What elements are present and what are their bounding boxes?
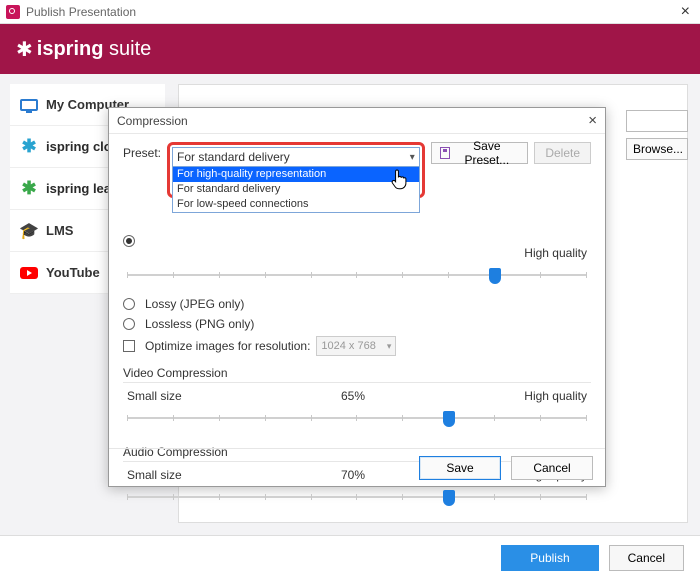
radio-lossy[interactable] bbox=[123, 298, 135, 310]
youtube-icon bbox=[20, 264, 38, 282]
image-slider-block: Small size 70% High quality bbox=[123, 246, 591, 294]
close-icon[interactable]: × bbox=[677, 4, 694, 20]
video-compression-heading: Video Compression bbox=[123, 366, 591, 383]
chevron-down-icon: ▾ bbox=[410, 152, 415, 163]
window-title: Publish Presentation bbox=[26, 5, 136, 19]
ispring-cloud-icon: ✱ bbox=[20, 138, 38, 156]
dialog-title: Compression bbox=[117, 114, 188, 128]
optimize-resolution-checkbox[interactable] bbox=[123, 340, 135, 352]
compression-dialog: Compression × Preset: For standard deliv… bbox=[108, 107, 606, 487]
preset-dropdown-list: For high-quality representation For stan… bbox=[172, 167, 420, 213]
resolution-value: 1024 x 768 bbox=[321, 340, 375, 352]
delete-preset-button[interactable]: Delete bbox=[534, 142, 591, 164]
brand-text: ispring suite bbox=[37, 38, 151, 61]
publish-button[interactable]: Publish bbox=[501, 545, 598, 571]
graduation-cap-icon: 🎓 bbox=[20, 222, 38, 240]
dialog-save-button[interactable]: Save bbox=[419, 456, 501, 480]
floppy-disk-icon bbox=[440, 147, 451, 159]
dialog-close-icon[interactable]: × bbox=[588, 113, 597, 128]
preset-label: Preset: bbox=[123, 142, 161, 160]
preset-selected-text: For standard delivery bbox=[177, 150, 290, 164]
chevron-down-icon: ▾ bbox=[387, 341, 392, 352]
radio-lossy-label: Lossy (JPEG only) bbox=[145, 297, 244, 311]
logo-icon: ✱ bbox=[16, 37, 31, 62]
save-preset-label: Save Preset... bbox=[454, 139, 519, 167]
preset-option[interactable]: For high-quality representation bbox=[173, 167, 419, 182]
preset-option[interactable]: For standard delivery bbox=[173, 182, 419, 197]
optimize-resolution-label: Optimize images for resolution: bbox=[145, 339, 310, 353]
image-high-label: High quality bbox=[524, 246, 587, 260]
image-quality-slider[interactable] bbox=[127, 266, 587, 284]
audio-quality-slider[interactable] bbox=[127, 488, 587, 506]
sidebar-item-label: LMS bbox=[46, 223, 73, 238]
brand-band: ✱ ispring suite bbox=[0, 24, 700, 74]
video-percent: 65% bbox=[341, 389, 365, 403]
dialog-titlebar: Compression × bbox=[109, 108, 605, 134]
cancel-button[interactable]: Cancel bbox=[609, 545, 684, 571]
browse-button[interactable]: Browse... bbox=[626, 138, 688, 160]
sidebar-item-label: YouTube bbox=[46, 265, 100, 280]
save-preset-button[interactable]: Save Preset... bbox=[431, 142, 529, 164]
right-column: Browse... bbox=[626, 110, 688, 160]
dialog-footer: Save Cancel bbox=[109, 448, 605, 486]
video-high-label: High quality bbox=[524, 389, 587, 403]
preset-combobox[interactable]: For standard delivery ▾ bbox=[172, 147, 420, 167]
radio-lossless-label: Lossless (PNG only) bbox=[145, 317, 254, 331]
resolution-select[interactable]: 1024 x 768 ▾ bbox=[316, 336, 396, 356]
monitor-icon bbox=[20, 96, 38, 114]
dialog-cancel-button[interactable]: Cancel bbox=[511, 456, 593, 480]
video-small-label: Small size bbox=[127, 389, 182, 403]
preset-option[interactable]: For low-speed connections bbox=[173, 197, 419, 212]
footer-bar: Publish Cancel bbox=[0, 535, 700, 579]
radio-lossless[interactable] bbox=[123, 318, 135, 330]
preset-highlight: For standard delivery ▾ For high-quality… bbox=[167, 142, 425, 198]
video-slider-block: Small size 65% High quality bbox=[123, 389, 591, 437]
titlebar: Publish Presentation × bbox=[0, 0, 700, 24]
app-icon bbox=[6, 5, 20, 19]
video-quality-slider[interactable] bbox=[127, 409, 587, 427]
path-input[interactable] bbox=[626, 110, 688, 132]
ispring-learn-icon: ✱ bbox=[20, 180, 38, 198]
